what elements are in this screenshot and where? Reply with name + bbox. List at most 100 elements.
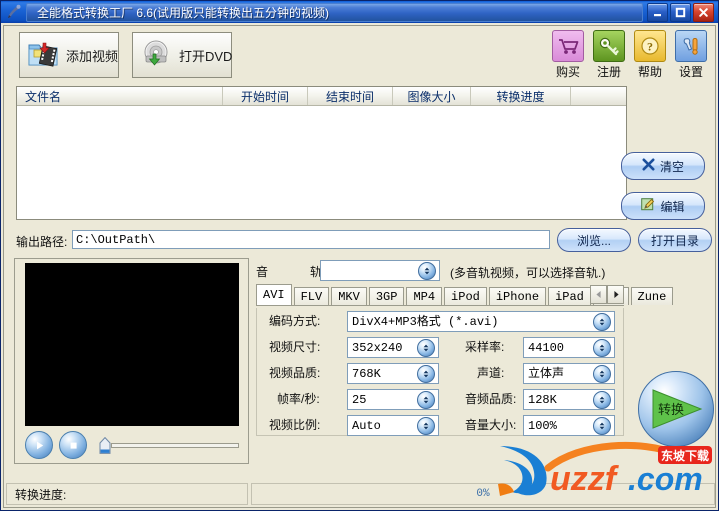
- chevron-updown-icon[interactable]: [418, 261, 436, 280]
- question-icon: ?: [634, 30, 666, 62]
- chevron-updown-icon[interactable]: [417, 364, 435, 383]
- window-controls: [643, 2, 716, 22]
- svg-text:?: ?: [647, 40, 653, 54]
- video-preview-panel: [14, 258, 249, 464]
- tab-scroll-left-icon[interactable]: [590, 285, 607, 304]
- chevron-updown-icon[interactable]: [593, 312, 611, 331]
- output-path-label: 输出路径:: [16, 235, 68, 249]
- convert-play-icon: 转换: [652, 389, 703, 429]
- browse-button[interactable]: 浏览...: [557, 228, 631, 252]
- volume-label: 音量大小:: [465, 418, 517, 432]
- tab-3gp[interactable]: 3GP: [368, 287, 405, 305]
- add-video-icon: [27, 39, 59, 72]
- tab-iphone[interactable]: iPhone: [488, 287, 547, 305]
- aspect-select[interactable]: Auto: [347, 415, 439, 436]
- codec-value: DivX4+MP3格式 (*.avi): [352, 315, 499, 329]
- help-button[interactable]: ? 帮助: [632, 30, 668, 80]
- video-quality-select[interactable]: 768K: [347, 363, 439, 384]
- seek-thumb[interactable]: [99, 436, 111, 454]
- tab-ipad[interactable]: iPad: [548, 287, 591, 305]
- column-header-progress[interactable]: 转换进度: [471, 87, 571, 105]
- tab-flv[interactable]: FLV: [293, 287, 330, 305]
- file-list-header: 文件名 开始时间 结束时间 图像大小 转换进度: [17, 87, 626, 106]
- key-icon: [593, 30, 625, 62]
- wrench-icon: [675, 30, 707, 62]
- tab-ipod[interactable]: iPod: [444, 287, 487, 305]
- volume-select[interactable]: 100%: [523, 415, 615, 436]
- column-header-filename[interactable]: 文件名: [17, 87, 223, 105]
- edit-button[interactable]: 编辑: [621, 192, 705, 220]
- tab-mkv[interactable]: MKV: [331, 287, 367, 305]
- conversion-settings-panel: 音 轨: (多音轨视频，可以选择音轨.) AVI FLV MKV 3GP MP4…: [254, 258, 674, 490]
- stop-button[interactable]: [59, 431, 87, 459]
- frame-rate-label: 帧率/秒:: [277, 392, 320, 406]
- encode-settings-grid: 编码方式: DivX4+MP3格式 (*.avi) 视频尺寸: 352x240 …: [256, 308, 624, 436]
- conversion-progress-bar: 0%: [251, 483, 715, 505]
- chevron-updown-icon[interactable]: [593, 338, 611, 357]
- status-progress-label: 转换进度:: [6, 483, 248, 505]
- channels-select[interactable]: 立体声: [523, 363, 615, 384]
- chevron-updown-icon[interactable]: [593, 364, 611, 383]
- edit-label: 编辑: [660, 199, 685, 214]
- tab-mp4[interactable]: MP4: [406, 287, 443, 305]
- seek-track: [111, 443, 239, 448]
- video-quality-label: 视频品质:: [269, 366, 321, 380]
- output-path-input[interactable]: C:\OutPath\: [72, 230, 550, 249]
- close-icon: [642, 158, 655, 174]
- play-button[interactable]: [25, 431, 53, 459]
- column-header-image-size[interactable]: 图像大小: [393, 87, 471, 105]
- open-dvd-label: 打开DVD: [179, 48, 233, 64]
- register-button[interactable]: 注册: [591, 30, 627, 80]
- buy-button[interactable]: 购买: [550, 30, 586, 80]
- chevron-updown-icon[interactable]: [417, 338, 435, 357]
- register-label: 注册: [596, 65, 621, 79]
- tab-zune[interactable]: Zune: [630, 287, 674, 305]
- clear-list-button[interactable]: 清空: [621, 152, 705, 180]
- convert-button[interactable]: 转换: [638, 371, 714, 447]
- sample-rate-label: 采样率:: [465, 340, 505, 354]
- settings-button[interactable]: 设置: [673, 30, 709, 80]
- output-path-row: 输出路径: C:\OutPath\ 浏览... 打开目录: [4, 228, 715, 254]
- seek-slider[interactable]: [97, 435, 239, 455]
- video-size-label: 视频尺寸:: [269, 340, 321, 354]
- audio-track-select[interactable]: [320, 260, 440, 281]
- client-area: 添加视频 打开DVD 购买 注册 ? 帮助 设置 文件名 开始时间 结束时间 图…: [3, 25, 716, 508]
- file-list-body[interactable]: [17, 106, 626, 219]
- frame-rate-select[interactable]: 25: [347, 389, 439, 410]
- aspect-label: 视频比例:: [269, 418, 321, 432]
- open-dvd-button[interactable]: 打开DVD: [132, 32, 232, 78]
- file-list[interactable]: 文件名 开始时间 结束时间 图像大小 转换进度: [16, 86, 627, 220]
- open-directory-button[interactable]: 打开目录: [638, 228, 712, 252]
- add-video-label: 添加视频: [66, 48, 119, 64]
- title-bar: 全能格式转换工厂 6.6(试用版只能转换出五分钟的视频): [1, 1, 718, 23]
- close-button[interactable]: [693, 2, 714, 22]
- cart-icon: [552, 30, 584, 62]
- app-icon: [5, 3, 23, 21]
- progress-percent: 0%: [476, 488, 490, 500]
- format-tab-bar: AVI FLV MKV 3GP MP4 iPod iPhone iPad PSP…: [256, 284, 674, 306]
- maximize-button[interactable]: [670, 2, 691, 22]
- audio-quality-select[interactable]: 128K: [523, 389, 615, 410]
- settings-label: 设置: [678, 65, 703, 79]
- sample-rate-select[interactable]: 44100: [523, 337, 615, 358]
- add-video-button[interactable]: 添加视频: [19, 32, 119, 78]
- video-preview-screen[interactable]: [25, 263, 239, 426]
- video-size-select[interactable]: 352x240: [347, 337, 439, 358]
- status-bar: 转换进度: 0%: [6, 483, 715, 505]
- column-header-end-time[interactable]: 结束时间: [308, 87, 393, 105]
- audio-track-row: 音 轨: (多音轨视频，可以选择音轨.): [254, 260, 626, 282]
- tab-scroll-right-icon[interactable]: [607, 285, 624, 304]
- codec-select[interactable]: DivX4+MP3格式 (*.avi): [347, 311, 615, 332]
- chevron-updown-icon[interactable]: [593, 390, 611, 409]
- column-header-filler: [571, 87, 626, 105]
- chevron-updown-icon[interactable]: [417, 416, 435, 435]
- minimize-button[interactable]: [647, 2, 668, 22]
- tab-avi[interactable]: AVI: [256, 284, 292, 305]
- chevron-updown-icon[interactable]: [417, 390, 435, 409]
- buy-label: 购买: [555, 65, 580, 79]
- chevron-updown-icon[interactable]: [593, 416, 611, 435]
- clear-label: 清空: [659, 159, 684, 174]
- main-toolbar: 添加视频 打开DVD 购买 注册 ? 帮助 设置: [4, 26, 715, 84]
- application-window: 全能格式转换工厂 6.6(试用版只能转换出五分钟的视频) 添加视频 打开DVD …: [0, 0, 719, 511]
- column-header-start-time[interactable]: 开始时间: [223, 87, 308, 105]
